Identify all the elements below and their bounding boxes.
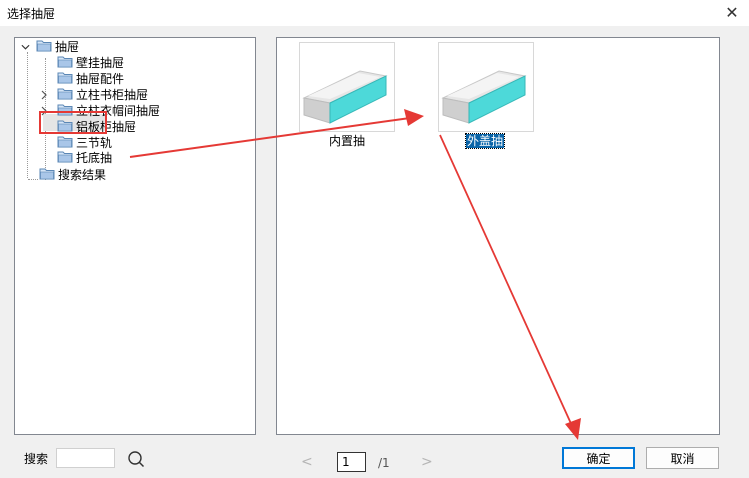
chevron-down-icon[interactable] xyxy=(21,43,30,52)
close-icon: ✕ xyxy=(725,2,739,22)
tree-node-label: 抽屉配件 xyxy=(76,72,125,86)
file-tile-inner-drawer[interactable] xyxy=(299,42,395,132)
folder-icon xyxy=(57,135,73,151)
cancel-button[interactable]: 取消 xyxy=(646,447,719,469)
search-icon[interactable] xyxy=(127,450,145,468)
file-tile-label-selected[interactable]: 外盖抽 xyxy=(464,133,506,149)
tree-node-label: 抽屉 xyxy=(55,40,80,54)
chevron-right-icon[interactable] xyxy=(40,90,49,99)
folder-icon xyxy=(57,150,73,166)
page-total: /1 xyxy=(378,456,390,470)
tree-node-root[interactable]: 抽屉 xyxy=(21,39,79,55)
folder-icon xyxy=(39,167,55,183)
window-title: 选择抽屉 xyxy=(7,7,56,21)
tree-node-column-bookcase-drawer[interactable]: 立柱书柜抽屉 xyxy=(57,87,148,103)
ok-button[interactable]: 确定 xyxy=(562,447,635,469)
close-button[interactable]: ✕ xyxy=(723,2,741,22)
folder-icon xyxy=(57,87,73,103)
file-tile-overlay-drawer[interactable] xyxy=(438,42,534,132)
tree-node-search-results[interactable]: 搜索结果 xyxy=(39,167,106,183)
file-tile-label[interactable]: 内置抽 xyxy=(329,134,365,148)
folder-icon xyxy=(36,39,52,55)
tree-node-label: 三节轨 xyxy=(76,136,113,150)
prev-page-button[interactable]: < xyxy=(301,454,313,470)
tree-node-label: 搜索结果 xyxy=(58,168,107,182)
title-bar: 选择抽屉 ✕ xyxy=(0,0,749,26)
tree-node-wall-drawer[interactable]: 壁挂抽屉 xyxy=(57,55,124,71)
search-input[interactable] xyxy=(56,448,115,468)
drawer-thumbnail xyxy=(302,70,388,124)
drawer-thumbnail xyxy=(441,70,527,124)
tree-node-three-section-rail[interactable]: 三节轨 xyxy=(57,135,112,151)
tree-node-label: 托底抽 xyxy=(76,151,113,165)
tree-node-drawer-accessories[interactable]: 抽屉配件 xyxy=(57,71,124,87)
tree-node-label: 立柱书柜抽屉 xyxy=(76,88,149,102)
folder-icon xyxy=(57,55,73,71)
tree-node-bottom-support-drawer[interactable]: 托底抽 xyxy=(57,150,112,166)
page-number-input[interactable]: 1 xyxy=(337,452,366,472)
search-label: 搜索 xyxy=(24,452,49,466)
folder-icon xyxy=(57,71,73,87)
annotation-highlight-box xyxy=(39,111,107,134)
next-page-button[interactable]: > xyxy=(421,454,433,470)
tree-node-label: 壁挂抽屉 xyxy=(76,56,125,70)
